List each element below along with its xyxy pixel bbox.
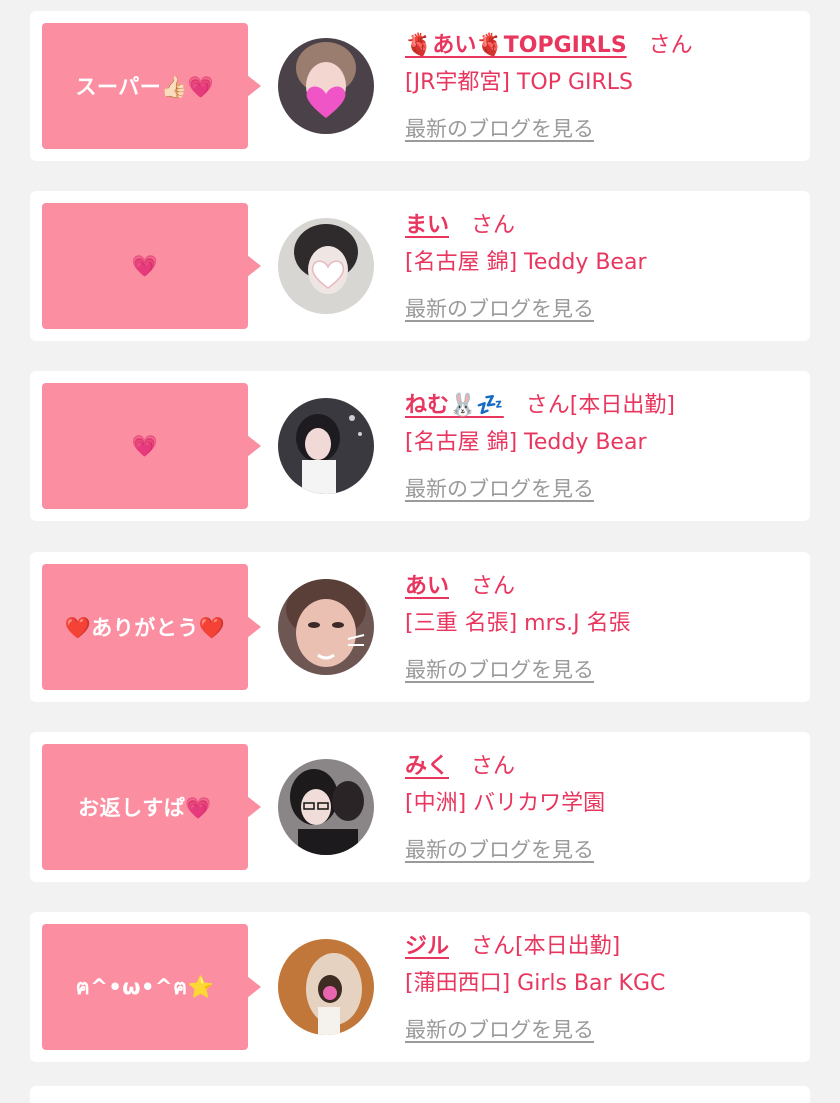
avatar[interactable] <box>278 939 374 1035</box>
honorific-label: さん <box>648 33 693 58</box>
comment-card: 💗 ねむ🐰💤 さん[本日出勤] [名古屋 錦] Teddy Bear 最新のブロ… <box>30 371 810 521</box>
honorific-label: さん[本日出勤] <box>525 393 675 418</box>
comment-card: ❤️ありがとう❤️ あい さん [三重 名張] mrs.J 名張 最新のブログを… <box>30 552 810 702</box>
girl-name-link[interactable]: 🫀あい🫀TOPGIRLS <box>405 27 627 59</box>
comment-bubble: 💗 <box>42 383 261 509</box>
latest-blog-link[interactable]: 最新のブログを見る <box>405 113 594 143</box>
avatar[interactable] <box>278 218 374 314</box>
avatar[interactable] <box>278 579 374 675</box>
comment-bubble: ❤️ありがとう❤️ <box>42 564 261 690</box>
latest-blog-link[interactable]: 最新のブログを見る <box>405 473 594 503</box>
girl-info: ジル さん[本日出勤] [蒲田西口] Girls Bar KGC 最新のブログを… <box>405 924 800 1044</box>
honorific-label: さん <box>471 574 516 599</box>
girl-info: まい さん [名古屋 錦] Teddy Bear 最新のブログを見る <box>405 203 800 323</box>
avatar[interactable] <box>278 398 374 494</box>
shop-label: [蒲田西口] Girls Bar KGC <box>405 971 666 996</box>
comment-card: 💗 まい さん [名古屋 錦] Teddy Bear 最新のブログを見る <box>30 191 810 341</box>
comment-card: ฅ^•ω•^ฅ⭐ ジル さん[本日出勤] [蒲田西口] Girls Bar KG… <box>30 912 810 1062</box>
girl-name-link[interactable]: ねむ🐰💤 <box>405 387 504 419</box>
girl-name-link[interactable]: まい <box>405 207 449 239</box>
comment-card: スーパー👍🏻💗 🫀あい🫀TOPGIRLS さん [JR宇都宮] TOP GIRL… <box>30 11 810 161</box>
next-card-edge <box>30 1086 810 1103</box>
girl-info: みく さん [中洲] バリカワ学園 最新のブログを見る <box>405 744 800 864</box>
girl-name-link[interactable]: みく <box>405 748 449 780</box>
diary-comment-list: スーパー👍🏻💗 🫀あい🫀TOPGIRLS さん [JR宇都宮] TOP GIRL… <box>0 0 840 1103</box>
honorific-label: さん <box>471 754 516 779</box>
shop-label: [中洲] バリカワ学園 <box>405 791 606 816</box>
comment-bubble: お返しすぱ💗 <box>42 744 261 870</box>
latest-blog-link[interactable]: 最新のブログを見る <box>405 293 594 323</box>
honorific-label: さん <box>471 213 516 238</box>
girl-name-link[interactable]: ジル <box>405 928 449 960</box>
girl-info: ねむ🐰💤 さん[本日出勤] [名古屋 錦] Teddy Bear 最新のブログを… <box>405 383 800 503</box>
latest-blog-link[interactable]: 最新のブログを見る <box>405 1014 594 1044</box>
avatar[interactable] <box>278 759 374 855</box>
comment-bubble: スーパー👍🏻💗 <box>42 23 261 149</box>
shop-label: [JR宇都宮] TOP GIRLS <box>405 70 633 95</box>
shop-label: [名古屋 錦] Teddy Bear <box>405 250 647 275</box>
shop-label: [名古屋 錦] Teddy Bear <box>405 430 647 455</box>
comment-card: お返しすぱ💗 みく さん [中洲] バリカワ学園 最新のブログを見る <box>30 732 810 882</box>
comment-bubble: 💗 <box>42 203 261 329</box>
girl-info: 🫀あい🫀TOPGIRLS さん [JR宇都宮] TOP GIRLS 最新のブログ… <box>405 23 800 143</box>
girl-info: あい さん [三重 名張] mrs.J 名張 最新のブログを見る <box>405 564 800 684</box>
avatar[interactable] <box>278 38 374 134</box>
honorific-label: さん[本日出勤] <box>471 934 621 959</box>
comment-bubble: ฅ^•ω•^ฅ⭐ <box>42 924 261 1050</box>
girl-name-link[interactable]: あい <box>405 568 449 600</box>
shop-label: [三重 名張] mrs.J 名張 <box>405 611 631 636</box>
latest-blog-link[interactable]: 最新のブログを見る <box>405 834 594 864</box>
latest-blog-link[interactable]: 最新のブログを見る <box>405 654 594 684</box>
